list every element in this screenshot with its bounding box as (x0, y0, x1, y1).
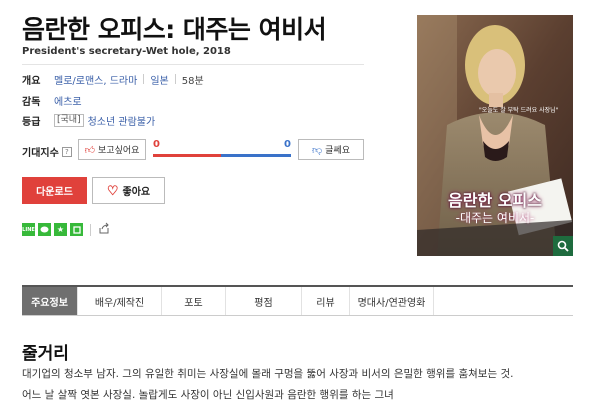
synopsis-line-2: 어느 날 살짝 엿본 사장실. 놀랍게도 사장이 아닌 신입사원과 음란한 행위… (22, 389, 394, 401)
like-button[interactable]: ♡ 좋아요 (92, 177, 165, 204)
share-divider (90, 223, 91, 236)
tab-main-info[interactable]: 주요정보 (22, 287, 78, 315)
want-count: 0 (153, 139, 160, 150)
country-link[interactable]: 일본 (150, 72, 168, 87)
tab-review[interactable]: 리뷰 (302, 287, 350, 315)
not-sure-button[interactable]: 👎︎ 글쎄요 (298, 139, 364, 160)
director-row: 감독 에츠로 (22, 91, 82, 109)
tab-quotes-related[interactable]: 명대사/연관영화 (350, 287, 434, 315)
movie-title: 음란한 오피스: 대주는 여비서 (22, 15, 327, 44)
help-icon[interactable]: ? (61, 146, 72, 157)
expectation-text: 기대지수 (22, 148, 59, 159)
movie-subtitle: President's secretary-Wet hole, 2018 (22, 46, 231, 57)
thumbs-up-icon: 👍︎ (84, 144, 96, 156)
separator (143, 74, 145, 84)
tab-filler (434, 287, 573, 315)
download-button[interactable]: 다운로드 (22, 177, 87, 204)
director-link[interactable]: 에츠로 (54, 93, 82, 108)
not-sure-label: 글쎄요 (325, 145, 350, 155)
tab-cast-crew[interactable]: 배우/제작진 (78, 287, 162, 315)
synopsis-heading: 줄거리 (22, 344, 69, 364)
detail-tabs: 주요정보 배우/제작진 포토 평점 리뷰 명대사/연관영화 (22, 285, 573, 316)
heart-icon: ♡ (106, 183, 119, 198)
tab-photo[interactable]: 포토 (162, 287, 226, 315)
overview-row: 개요 멜로/로맨스, 드라마 일본 58분 (22, 70, 204, 88)
rating-row: 등급 [국내] 청소년 관람불가 (22, 111, 155, 129)
want-bar (153, 154, 221, 157)
zoom-icon[interactable] (553, 236, 573, 256)
tab-rating[interactable]: 평점 (226, 287, 302, 315)
band-icon[interactable] (70, 223, 83, 236)
thumbs-down-icon: 👎︎ (312, 144, 323, 156)
want-to-see-label: 보고싶어요 (98, 145, 140, 155)
genre-link[interactable]: 멜로/로맨스, 드라마 (54, 72, 137, 87)
separator (174, 74, 176, 84)
expectation-label: 기대지수 ? (22, 144, 72, 159)
poster-tagline: "오늘도 잘 부탁 드려요 사장님" (479, 107, 559, 114)
like-label: 좋아요 (122, 187, 151, 198)
synopsis-line-1: 대기업의 청소부 남자. 그의 유일한 취미는 사장실에 몰래 구멍을 뚫어 사… (22, 368, 514, 380)
poster-subtitle: -대주는 여비서- (455, 211, 535, 225)
share-icon[interactable] (98, 222, 110, 237)
director-label: 감독 (22, 96, 41, 108)
share-bar: LINE ★ (22, 222, 110, 237)
poster-title: 음란한 오피스 (448, 191, 542, 210)
kakaotalk-icon[interactable] (38, 223, 51, 236)
dont-count: 0 (284, 139, 291, 150)
want-to-see-button[interactable]: 👍︎ 보고싶어요 (78, 139, 146, 160)
runtime: 58분 (181, 75, 204, 87)
bookmark-star-icon[interactable]: ★ (54, 223, 67, 236)
rating-label: 등급 (22, 116, 41, 128)
header-divider (22, 64, 364, 65)
rating-link[interactable]: 청소년 관람불가 (88, 113, 156, 128)
rating-region-badge: [국내] (54, 113, 84, 127)
dont-bar (221, 154, 291, 157)
movie-poster[interactable]: "오늘도 잘 부탁 드려요 사장님" 음란한 오피스 -대주는 여비서- (417, 15, 573, 256)
line-icon[interactable]: LINE (22, 223, 35, 236)
overview-label: 개요 (22, 75, 41, 87)
